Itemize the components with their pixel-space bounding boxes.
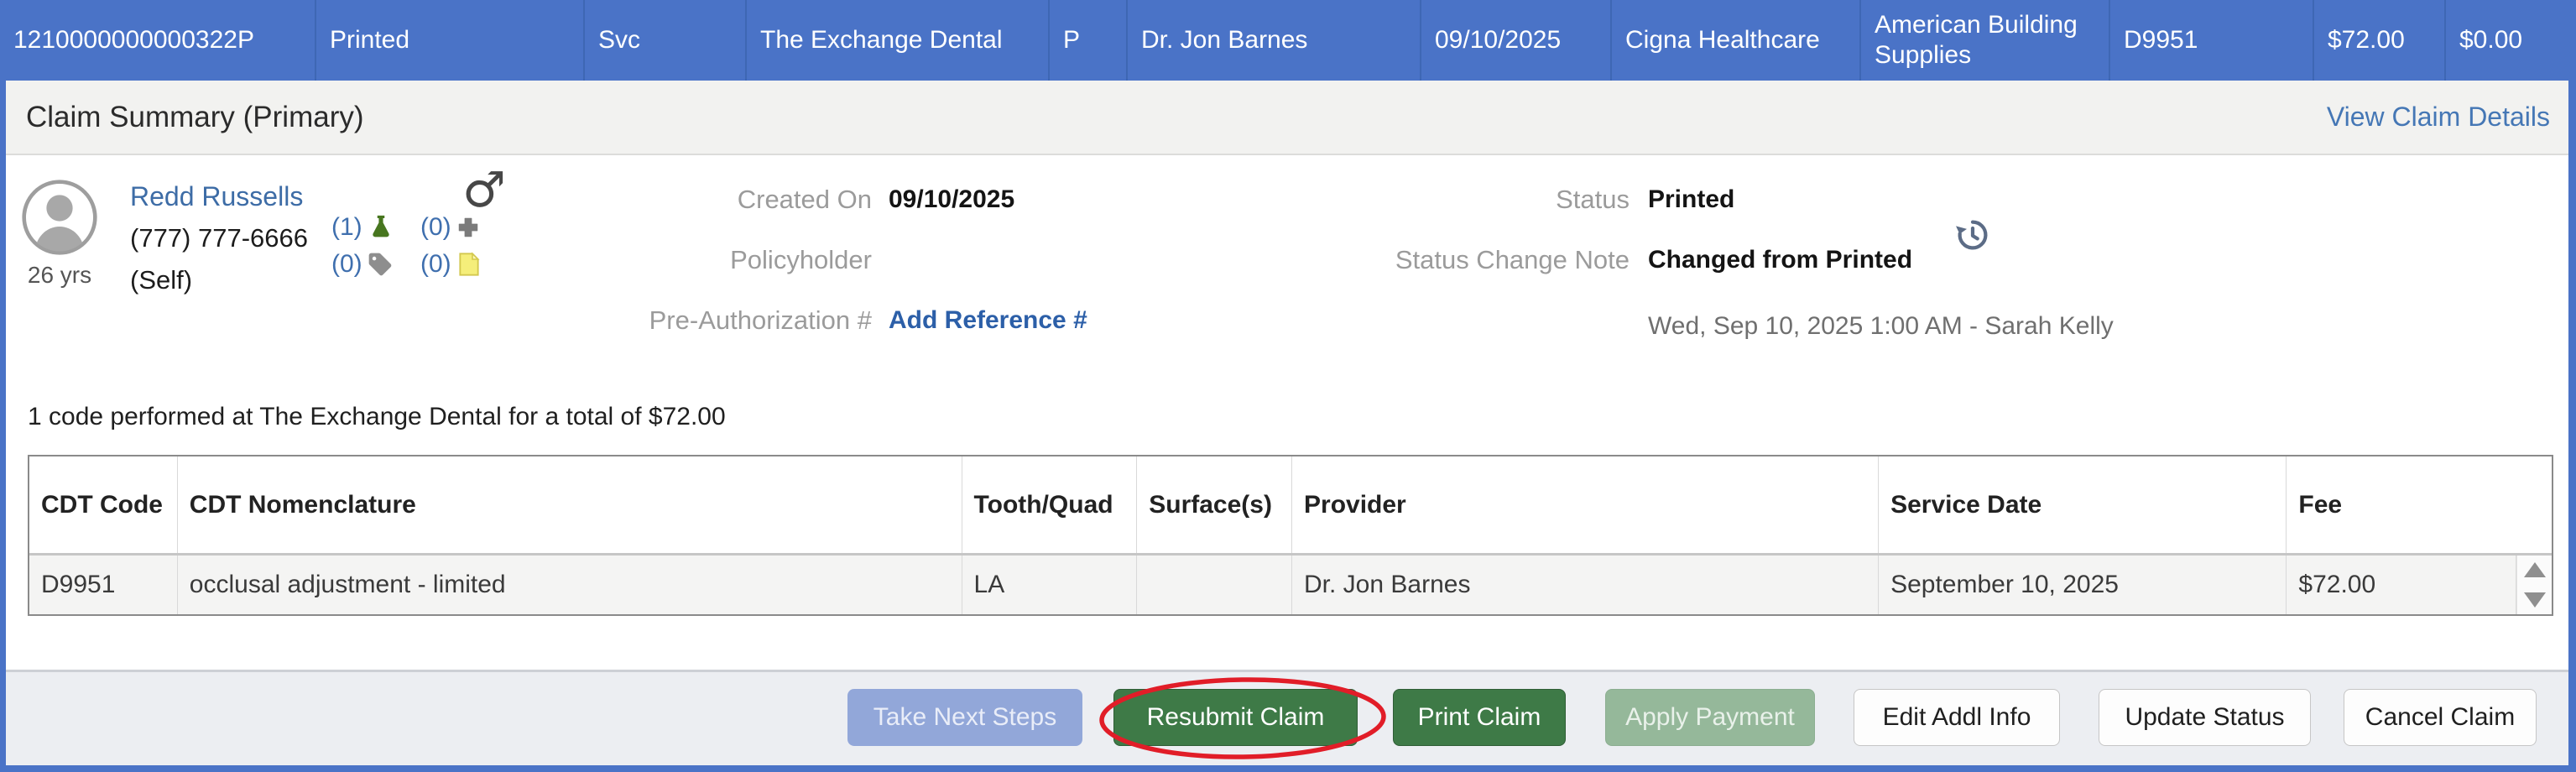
flask-icon [367,213,395,242]
medical-cross-icon [456,215,481,240]
badge-tags[interactable]: (0) [331,250,420,279]
scroll-down-button[interactable] [2524,592,2546,608]
policyholder-label: Policyholder [519,243,872,277]
table-scrollbar[interactable] [2516,556,2552,614]
practice-cell: The Exchange Dental [747,0,1050,81]
cell-surfaces [1137,556,1292,614]
cell-cdt-code: D9951 [29,556,178,614]
created-on-value: 09/10/2025 [889,183,1014,216]
note-icon [456,251,482,278]
date-cell: 09/10/2025 [1421,0,1612,81]
status-history-entry: Wed, Sep 10, 2025 1:00 AM - Sarah Kelly [1648,312,2114,341]
col-service-date: Service Date [1879,456,2287,553]
badge-notes[interactable]: (0) [420,250,509,279]
badge-medical-alerts[interactable]: (0) [420,213,509,242]
update-status-button[interactable]: Update Status [2099,689,2311,746]
cell-tooth-quad: LA [962,556,1138,614]
badge-count: (0) [331,250,362,279]
cell-cdt-nomenclature: occlusal adjustment - limited [178,556,962,614]
paid-cell: $0.00 [2446,0,2576,81]
resubmit-claim-button[interactable]: Resubmit Claim [1113,689,1358,746]
status-label: Status [1109,183,1630,216]
badge-count: (0) [420,213,451,242]
preauth-label: Pre-Authorization # [519,304,872,337]
col-fee: Fee [2287,456,2552,553]
claim-type-cell: Svc [585,0,747,81]
status-value: Printed [1648,183,1734,216]
table-row[interactable]: D9951 occlusal adjustment - limited LA D… [29,556,2552,614]
claim-flag-cell: P [1050,0,1128,81]
status-change-note-value: Changed from Printed [1648,243,1912,277]
claim-number-cell: 1210000000000322P [0,0,316,81]
patient-relationship: (Self) [130,265,192,295]
patient-badges: (1) (0) (0) (0) [331,213,509,279]
panel-title: Claim Summary (Primary) [26,101,364,134]
code-cell: D9951 [2110,0,2314,81]
col-tooth-quad: Tooth/Quad [962,456,1138,553]
procedures-summary-line: 1 code performed at The Exchange Dental … [28,403,726,431]
cancel-claim-button[interactable]: Cancel Claim [2344,689,2537,746]
created-on-label: Created On [519,183,872,216]
employer-cell: American Building Supplies [1861,0,2110,81]
patient-age: 26 yrs [21,262,98,289]
edit-addl-info-button[interactable]: Edit Addl Info [1854,689,2060,746]
badge-lab-cases[interactable]: (1) [331,213,420,242]
scroll-up-button[interactable] [2524,562,2546,577]
patient-phone: (777) 777-6666 [130,223,308,253]
take-next-steps-button[interactable]: Take Next Steps [847,689,1082,746]
claim-summary-screen: 1210000000000322P Printed Svc The Exchan… [0,0,2576,772]
cell-provider: Dr. Jon Barnes [1292,556,1879,614]
col-cdt-code: CDT Code [29,456,178,553]
apply-payment-button[interactable]: Apply Payment [1605,689,1815,746]
badge-count: (0) [420,250,451,279]
procedures-table: CDT Code CDT Nomenclature Tooth/Quad Sur… [28,455,2553,616]
view-claim-details-link[interactable]: View Claim Details [2327,102,2550,133]
col-surfaces: Surface(s) [1137,456,1292,553]
provider-cell: Dr. Jon Barnes [1128,0,1421,81]
status-change-note-label: Status Change Note [1109,243,1630,277]
patient-name-link[interactable]: Redd Russells [130,181,303,212]
cell-service-date: September 10, 2025 [1879,556,2287,614]
carrier-cell: Cigna Healthcare [1612,0,1861,81]
cell-fee: $72.00 [2287,556,2516,614]
status-history-icon[interactable] [1954,216,1991,253]
avatar [21,179,98,256]
tag-icon [367,251,394,278]
panel-title-bar: Claim Summary (Primary) View Claim Detai… [6,81,2568,155]
col-cdt-nomenclature: CDT Nomenclature [178,456,962,553]
claim-list-row[interactable]: 1210000000000322P Printed Svc The Exchan… [0,0,2576,81]
table-header-row: CDT Code CDT Nomenclature Tooth/Quad Sur… [29,456,2552,556]
male-gender-icon: ♂ [462,161,506,218]
add-reference-link[interactable]: Add Reference # [889,304,1087,337]
claim-summary-panel: Claim Summary (Primary) View Claim Detai… [0,81,2576,772]
col-provider: Provider [1292,456,1879,553]
claim-status-cell: Printed [316,0,585,81]
action-bar: Take Next Steps Resubmit Claim Print Cla… [6,670,2568,765]
print-claim-button[interactable]: Print Claim [1393,689,1566,746]
fee-cell: $72.00 [2314,0,2446,81]
badge-count: (1) [331,213,362,242]
